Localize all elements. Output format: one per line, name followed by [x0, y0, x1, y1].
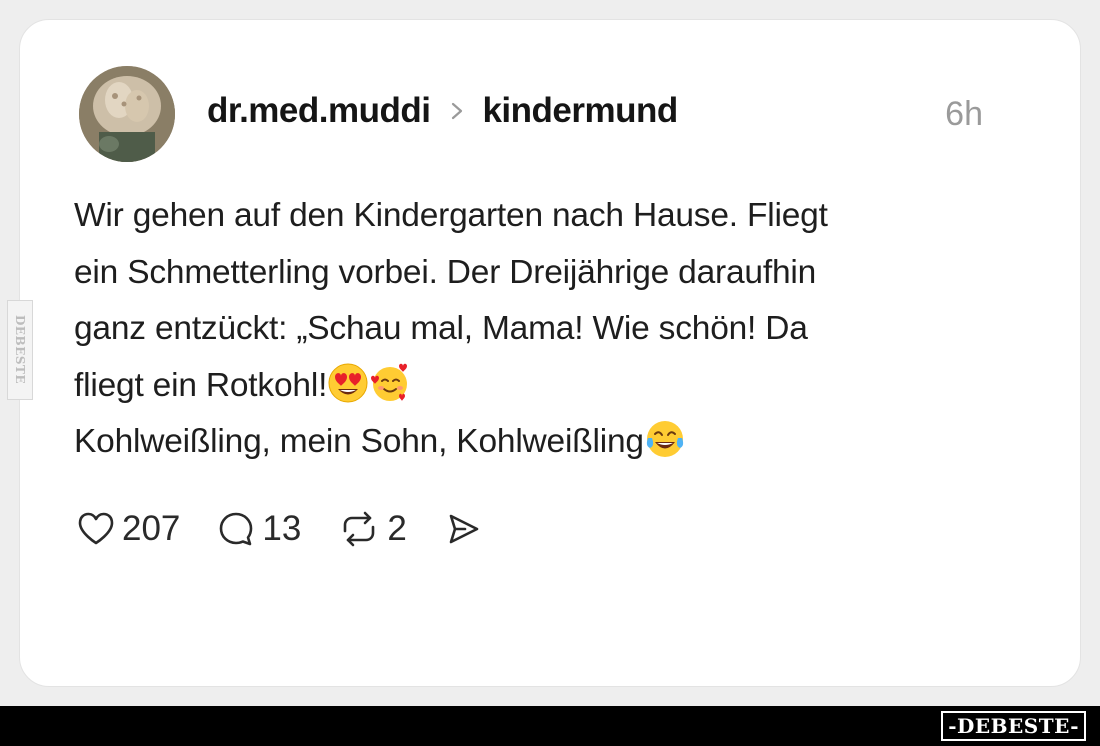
share-icon	[443, 509, 483, 549]
repost-count: 2	[387, 509, 407, 548]
username-link[interactable]: dr.med.muddi	[207, 91, 431, 131]
heart-eyes-emoji	[327, 362, 369, 404]
tears-of-joy-emoji	[644, 418, 686, 460]
footer-bar: -DEBESTE-	[0, 706, 1100, 746]
repost-icon	[337, 509, 381, 549]
comment-icon	[216, 509, 256, 549]
like-button[interactable]: 207	[76, 509, 180, 549]
post-actions: 207 13 2	[76, 504, 519, 554]
post-line-with-emoji: fliegt ein Rotkohl!	[74, 358, 1034, 415]
post-line: Kohlweißling, mein Sohn, Kohlweißling	[74, 423, 644, 460]
comment-count: 13	[262, 509, 302, 548]
debeste-logo: -DEBESTE-	[941, 711, 1086, 741]
comment-button[interactable]: 13	[216, 509, 301, 549]
side-watermark-text: DEBESTE	[13, 315, 27, 385]
avatar[interactable]	[79, 66, 175, 162]
share-button[interactable]	[443, 509, 483, 549]
repost-button[interactable]: 2	[337, 509, 407, 549]
post-line: Wir gehen auf den Kindergarten nach Haus…	[74, 197, 828, 234]
community-link[interactable]: kindermund	[482, 91, 678, 131]
post-card: dr.med.muddi kindermund 6h Wir gehen auf…	[19, 19, 1081, 687]
post-line: ein Schmetterling vorbei. Der Dreijährig…	[74, 253, 817, 291]
heart-icon	[76, 509, 116, 549]
side-watermark: DEBESTE	[7, 300, 33, 400]
post-header: dr.med.muddi kindermund	[207, 90, 678, 132]
chevron-right-icon	[450, 100, 464, 122]
like-count: 207	[122, 509, 181, 548]
post-line: fliegt ein Rotkohl!	[74, 366, 328, 404]
post-text: Wir gehen auf den Kindergarten nach Haus…	[74, 188, 1034, 471]
smiling-hearts-emoji	[369, 362, 411, 404]
avatar-image	[79, 66, 175, 162]
post-line: ganz entzückt: „Schau mal, Mama! Wie sch…	[74, 310, 808, 347]
post-line-with-emoji: Kohlweißling, mein Sohn, Kohlweißling	[74, 414, 1034, 471]
post-timestamp: 6h	[945, 95, 983, 133]
